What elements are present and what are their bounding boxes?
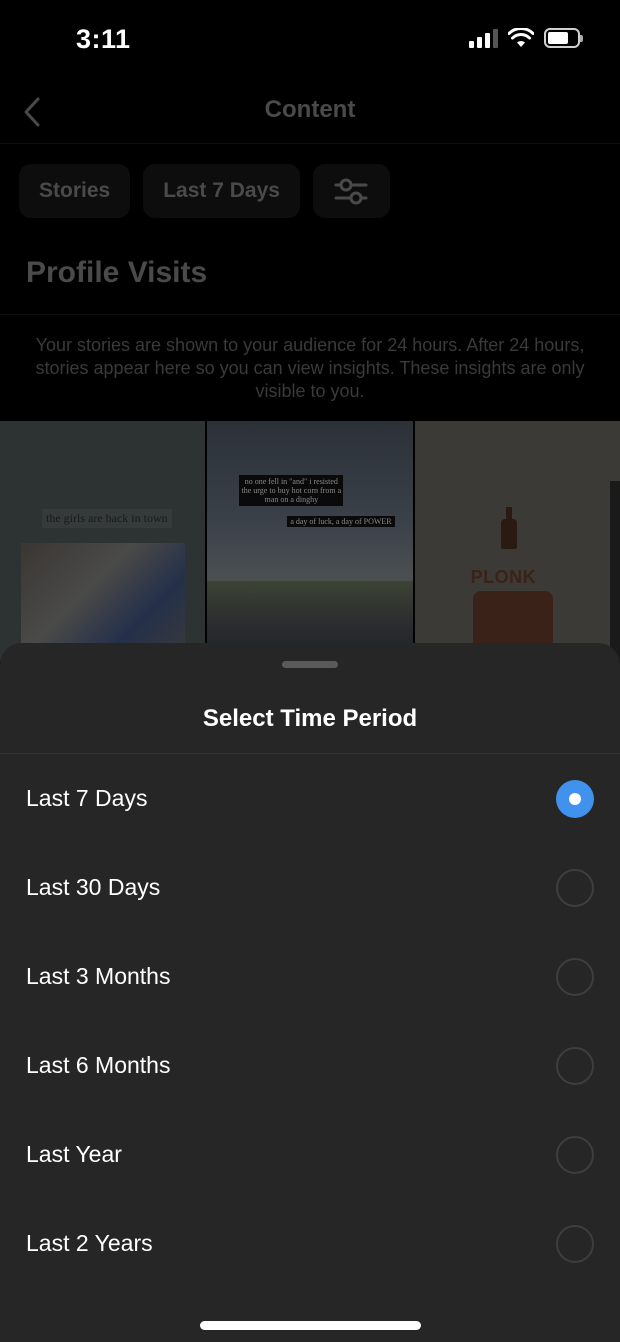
radio-unchecked-icon[interactable] (556, 1135, 594, 1174)
radio-checked-icon[interactable] (556, 779, 594, 818)
time-period-options: Last 7 Days Last 30 Days Last 3 Months L… (0, 754, 620, 1288)
option-last-year[interactable]: Last Year (0, 1110, 620, 1199)
option-label: Last 2 Years (26, 1230, 153, 1256)
radio-unchecked-icon[interactable] (556, 868, 594, 907)
home-indicator[interactable] (200, 1321, 421, 1330)
radio-unchecked-icon[interactable] (556, 1046, 594, 1085)
radio-unchecked-icon[interactable] (556, 1224, 594, 1263)
radio-unchecked-icon[interactable] (556, 957, 594, 996)
option-last-30-days[interactable]: Last 30 Days (0, 843, 620, 932)
option-label: Last 30 Days (26, 874, 161, 900)
option-last-2-years[interactable]: Last 2 Years (0, 1199, 620, 1288)
option-label: Last 6 Months (26, 1052, 171, 1078)
option-label: Last Year (26, 1141, 122, 1167)
option-last-7-days[interactable]: Last 7 Days (0, 754, 620, 843)
option-label: Last 3 Months (26, 963, 171, 989)
sheet-grabber[interactable] (282, 661, 338, 668)
option-label: Last 7 Days (26, 785, 148, 811)
option-last-6-months[interactable]: Last 6 Months (0, 1021, 620, 1110)
sheet-title: Select Time Period (202, 705, 418, 732)
option-last-3-months[interactable]: Last 3 Months (0, 932, 620, 1021)
time-period-sheet: Select Time Period Last 7 Days Last 30 D… (0, 643, 620, 1342)
